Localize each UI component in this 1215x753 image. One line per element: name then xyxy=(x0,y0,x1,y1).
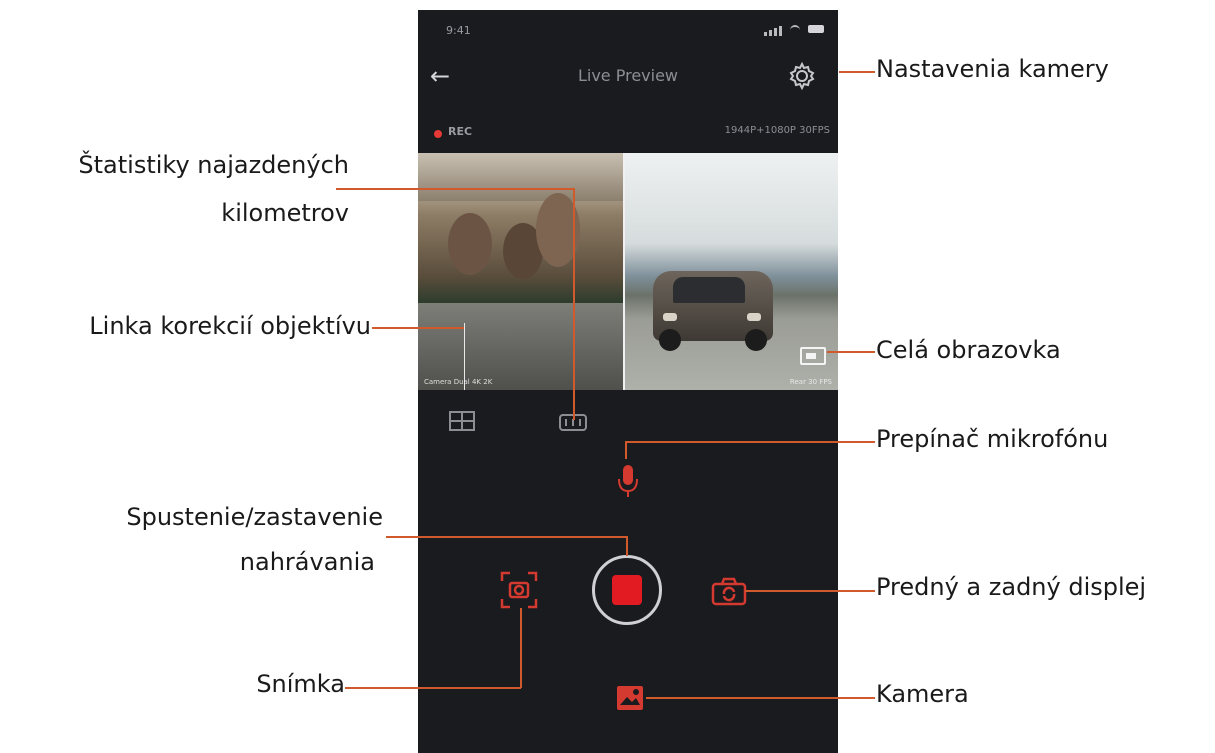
car-roof xyxy=(418,153,623,201)
microphone-icon[interactable] xyxy=(616,463,640,499)
car-headlight xyxy=(663,313,677,321)
callout-line-mic-h xyxy=(625,441,875,443)
camera-switch-icon[interactable] xyxy=(710,574,748,608)
passenger xyxy=(448,213,492,275)
label-lens-correction: Linka korekcií objektívu xyxy=(89,312,371,340)
signal-icon xyxy=(774,28,777,36)
fullscreen-icon[interactable] xyxy=(800,347,826,365)
callout-line-snapshot-v xyxy=(520,608,522,688)
grid-icon[interactable] xyxy=(448,410,476,432)
status-icons xyxy=(764,24,824,36)
callout-line-record-h xyxy=(386,536,627,538)
callout-line-mileage-h xyxy=(336,188,574,190)
resolution-label: 1944P+1080P 30FPS xyxy=(724,125,830,136)
battery-icon xyxy=(808,25,824,33)
page-title: Live Preview xyxy=(577,66,679,85)
callout-line-snapshot-h xyxy=(345,687,521,689)
callout-line-settings xyxy=(839,71,875,73)
car-wheel xyxy=(659,329,681,351)
callout-line-record-v xyxy=(626,536,628,556)
label-mic-toggle: Prepínač mikrofónu xyxy=(876,425,1109,453)
split-divider xyxy=(623,153,625,390)
label-front-rear-display: Predný a zadný displej xyxy=(876,573,1147,601)
label-mileage-line2: kilometrov xyxy=(221,199,349,227)
callout-line-lens xyxy=(372,327,464,329)
label-camera-settings: Nastavenia kamery xyxy=(876,55,1109,83)
record-stop-icon[interactable] xyxy=(612,575,642,605)
gear-icon[interactable] xyxy=(788,62,816,90)
car-wheel xyxy=(745,329,767,351)
label-record-line1: Spustenie/zastavenie xyxy=(126,503,383,531)
signal-icon xyxy=(764,32,767,36)
rec-indicator: REC xyxy=(448,125,473,138)
signal-icon xyxy=(779,26,782,36)
label-fullscreen: Celá obrazovka xyxy=(876,336,1061,364)
front-osd-text: Camera Dual 4K 2K xyxy=(424,378,493,386)
recording-dot-icon xyxy=(434,130,442,138)
wifi-icon xyxy=(790,25,800,35)
callout-line-camera xyxy=(646,697,875,699)
label-mileage-line1: Štatistiky najazdených xyxy=(78,151,349,179)
label-camera: Kamera xyxy=(876,680,969,708)
gallery-icon[interactable] xyxy=(616,685,644,711)
snapshot-icon[interactable] xyxy=(500,571,538,609)
callout-line-fullscreen xyxy=(827,351,875,353)
status-time: 9:41 xyxy=(446,24,471,37)
callout-line-switch xyxy=(745,590,875,592)
rear-osd-text: Rear 30 FPS xyxy=(789,378,832,386)
car-headlight xyxy=(747,313,761,321)
front-road xyxy=(418,303,623,390)
label-record-line2: nahrávania xyxy=(239,548,375,576)
phone-screen: 9:41 ← Live Preview REC 1944P+1080P 30FP… xyxy=(418,10,838,753)
callout-line-mic-v xyxy=(625,441,627,459)
label-snapshot: Snímka xyxy=(256,670,345,698)
callout-line-mileage-v xyxy=(573,188,575,420)
rear-car-window xyxy=(673,277,745,303)
signal-icon xyxy=(769,30,772,36)
